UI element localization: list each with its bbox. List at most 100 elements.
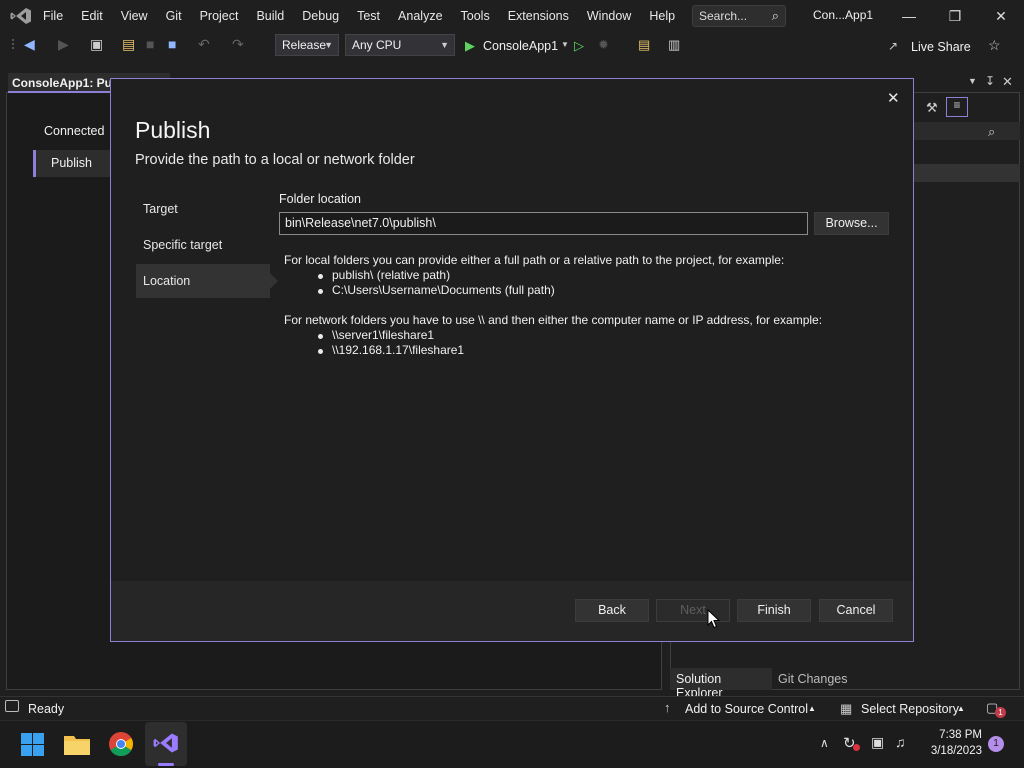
select-repository[interactable]: Select Repository [861, 702, 959, 716]
repository-icon: ▦ [840, 701, 853, 716]
platform-dropdown[interactable]: Any CPU ▼ [345, 34, 455, 56]
new-project-icon[interactable]: ▣ [90, 36, 103, 53]
selected-step-pointer [270, 273, 278, 289]
help-text: For local folders you can provide either… [284, 253, 884, 358]
tab-solution-explorer[interactable]: Solution Explorer [670, 668, 772, 700]
chevron-down-icon: ▼ [324, 40, 333, 50]
volume-icon[interactable]: ♫ [895, 734, 906, 750]
start-without-debugging-icon[interactable]: ▷ [574, 38, 584, 54]
menu-analyze[interactable]: Analyze [389, 0, 451, 32]
local-folders-intro: For local folders you can provide either… [284, 253, 785, 267]
chrome-icon[interactable] [109, 732, 133, 756]
menu-build[interactable]: Build [247, 0, 293, 32]
search-placeholder: Search... [699, 9, 748, 23]
chevron-up-icon[interactable]: ∧ [820, 736, 829, 750]
live-share-icon[interactable]: ↗ [888, 39, 898, 53]
configuration-dropdown[interactable]: Release ▼ [275, 34, 339, 56]
notification-count-badge: 1 [995, 707, 1006, 718]
menu-window[interactable]: Window [578, 0, 640, 32]
tab-git-changes[interactable]: Git Changes [778, 672, 847, 686]
step-target[interactable]: Target [136, 192, 270, 226]
folder-location-input[interactable]: bin\Release\net7.0\publish\ [279, 212, 808, 235]
local-examples-list: publish\ (relative path) C:\Users\Userna… [318, 268, 884, 298]
network-folders-intro: For network folders you have to use \\ a… [284, 313, 823, 327]
browse-button[interactable]: Browse... [814, 212, 889, 235]
menu-help[interactable]: Help [640, 0, 684, 32]
solution-folder-icon[interactable]: ▤ [638, 37, 650, 53]
hot-reload-icon[interactable]: ✹ [598, 37, 609, 53]
notification-badge[interactable]: 1 [988, 736, 1004, 752]
folder-location-label: Folder location [279, 192, 361, 206]
close-window-button[interactable]: ✕ [978, 0, 1024, 32]
live-share-label[interactable]: Live Share [911, 40, 971, 54]
menu-file[interactable]: File [34, 0, 72, 32]
open-folder-icon[interactable]: ▤ [122, 36, 135, 53]
configuration-value: Release [282, 38, 327, 52]
menu-project[interactable]: Project [191, 0, 248, 32]
clock-time[interactable]: 7:38 PM [938, 729, 982, 741]
menu-tools[interactable]: Tools [452, 0, 499, 32]
maximize-button[interactable]: ❐ [932, 0, 978, 32]
back-button[interactable]: Back [575, 599, 649, 622]
save-all-icon[interactable]: ■ [168, 36, 176, 52]
cancel-button[interactable]: Cancel [819, 599, 893, 622]
start-debugging-icon[interactable]: ▶ [465, 38, 475, 54]
windows-start-icon[interactable] [21, 733, 44, 756]
close-panel-icon[interactable]: ✕ [1002, 74, 1013, 90]
solution-search-icon[interactable]: ⌕ [988, 124, 995, 140]
feedback-icon[interactable]: ☆ [988, 37, 1001, 54]
chevron-up-icon: ▲ [957, 704, 965, 713]
panel-dropdown-icon[interactable]: ▼ [968, 76, 977, 86]
properties-wrench-icon[interactable]: ⚒ [926, 100, 938, 116]
undo-icon[interactable]: ↶ [198, 36, 210, 53]
menu-test[interactable]: Test [348, 0, 389, 32]
status-output-icon[interactable] [5, 700, 19, 712]
add-to-source-control[interactable]: Add to Source Control [685, 702, 808, 716]
run-target-label[interactable]: ConsoleApp1 [483, 39, 558, 53]
menu-bar: File Edit View Git Project Build Debug T… [34, 0, 684, 32]
navigate-forward-icon[interactable]: ▶ [58, 36, 69, 53]
chevron-down-icon: ▼ [440, 40, 449, 50]
network-icon[interactable]: ▣ [871, 734, 884, 751]
arrow-up-icon: ↑ [664, 700, 671, 715]
status-ready: Ready [28, 702, 65, 716]
menu-extensions[interactable]: Extensions [499, 0, 578, 32]
menu-view[interactable]: View [112, 0, 157, 32]
menu-git[interactable]: Git [157, 0, 191, 32]
redo-icon[interactable]: ↷ [232, 36, 244, 53]
window-title: Con...App1 [813, 8, 874, 22]
active-app-indicator [158, 763, 174, 766]
finish-button[interactable]: Finish [737, 599, 811, 622]
platform-value: Any CPU [352, 38, 402, 52]
publish-dialog: ✕ Publish Provide the path to a local or… [110, 78, 914, 642]
pin-icon[interactable]: ↧ [985, 74, 995, 88]
run-target-chevron-icon[interactable]: ▼ [561, 40, 569, 49]
step-location[interactable]: Location [136, 264, 270, 298]
minimize-button[interactable]: — [886, 0, 932, 32]
visual-studio-logo-icon [10, 8, 31, 24]
step-specific-target[interactable]: Specific target [136, 228, 270, 262]
save-icon[interactable]: ■ [146, 36, 154, 52]
menu-debug[interactable]: Debug [293, 0, 348, 32]
list-item: C:\Users\Username\Documents (full path) [318, 283, 884, 298]
menu-edit[interactable]: Edit [72, 0, 112, 32]
navigate-back-icon[interactable]: ◀ [24, 36, 35, 53]
side-nav-connected[interactable]: Connected [44, 124, 104, 138]
clock-date[interactable]: 3/18/2023 [922, 745, 982, 757]
close-icon[interactable]: ✕ [887, 89, 900, 107]
visual-studio-taskbar-button[interactable] [145, 722, 187, 766]
search-input[interactable]: Search... ⌕ [692, 5, 786, 27]
network-examples-list: \\server1\fileshare1 \\192.168.1.17\file… [318, 328, 884, 358]
visual-studio-icon [153, 733, 178, 753]
solution-tree-row[interactable] [914, 164, 1020, 182]
toggle-view-icon[interactable]: ≡ [946, 97, 968, 117]
chevron-up-icon: ▲ [808, 704, 816, 713]
side-nav-publish[interactable]: Publish [33, 150, 113, 177]
list-item: publish\ (relative path) [318, 268, 884, 283]
list-item: \\server1\fileshare1 [318, 328, 884, 343]
file-explorer-icon[interactable] [64, 733, 90, 755]
mouse-cursor-icon [707, 609, 720, 629]
solution-search-bar[interactable] [914, 122, 1020, 140]
toolbar-grip-icon: ⠇ [10, 37, 21, 53]
layout-icon[interactable]: ▥ [668, 37, 680, 53]
